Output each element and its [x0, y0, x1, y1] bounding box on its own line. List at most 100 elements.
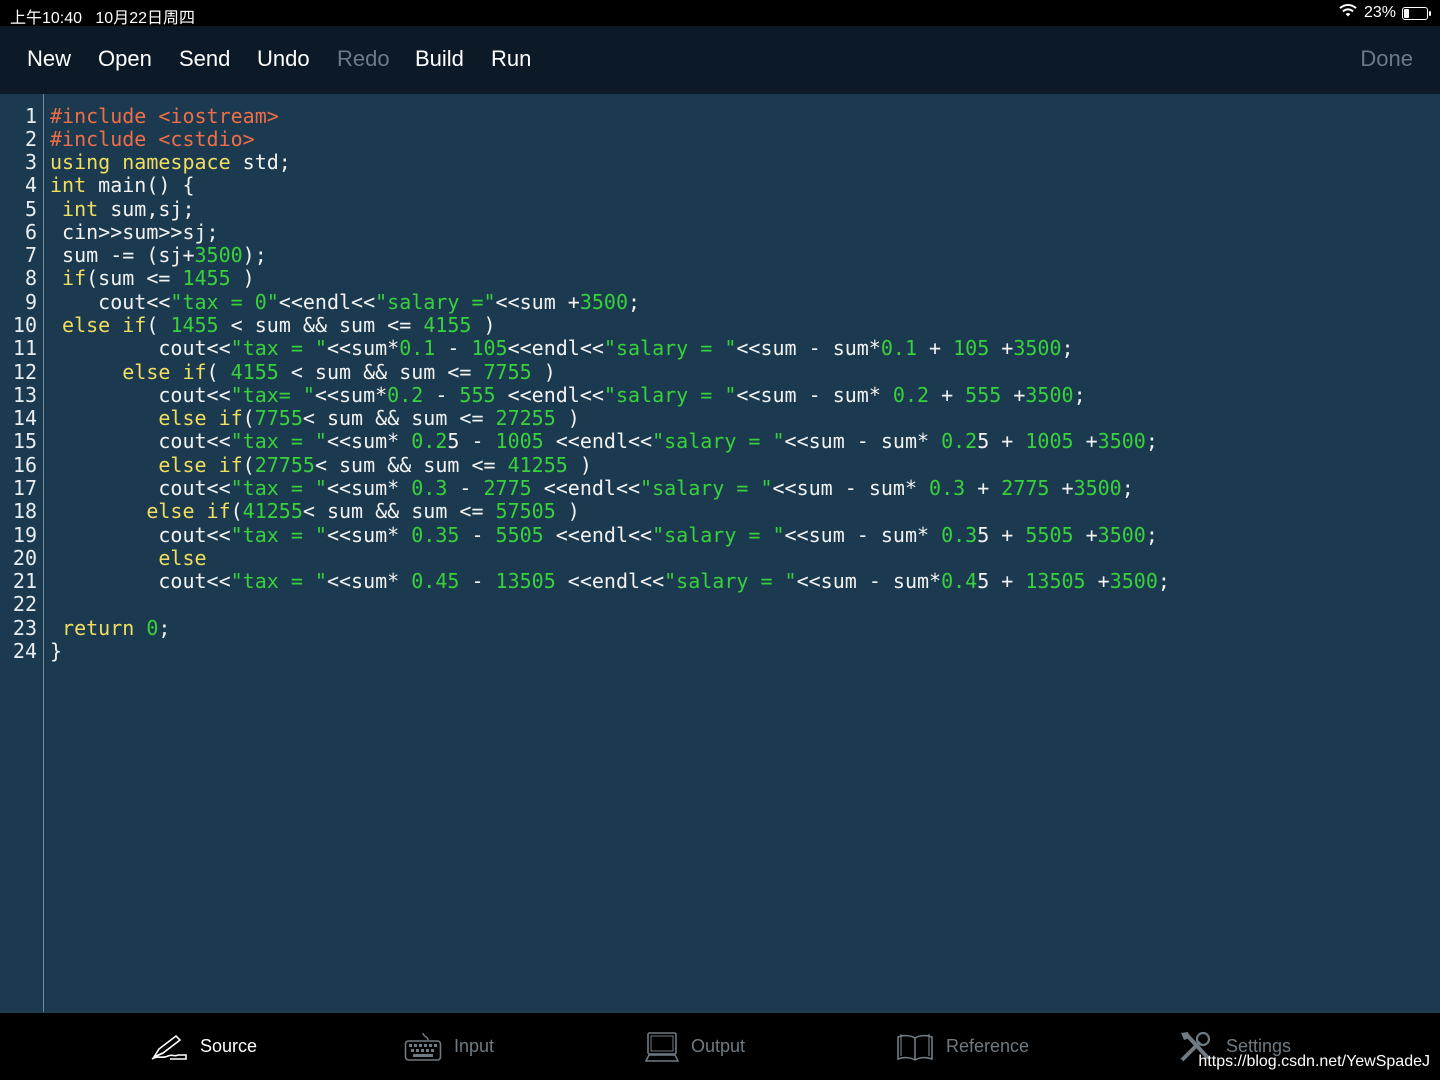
code-token: ( [242, 406, 255, 431]
code-token: + [1001, 382, 1026, 407]
code-line[interactable]: 4 int main() { [0, 174, 1440, 198]
code-token: 105 [471, 336, 508, 361]
code-line[interactable]: 18 else if(41255< sum && sum <= 57505 ) [0, 499, 1440, 524]
code-token: "tax = 0" [170, 289, 279, 314]
line-number: 15 [12, 429, 37, 454]
code-token: 5 + [977, 522, 1026, 547]
run-button[interactable]: Run [491, 46, 531, 72]
code-line[interactable]: 9 cout<<"tax = 0"<<endl<<"salary ="<<sum… [0, 289, 1440, 314]
monitor-icon [645, 1031, 679, 1063]
code-token: 4155 [423, 313, 472, 338]
code-token: <<sum - sum* [784, 429, 942, 454]
line-number: 14 [12, 406, 37, 431]
code-text: cout<<"tax = "<<sum* 0.45 - 13505 <<endl… [50, 569, 1170, 594]
code-line[interactable]: 3 using namespace std; [0, 150, 1440, 175]
code-token: } [50, 638, 63, 663]
code-token: ) [230, 266, 255, 291]
code-line[interactable]: 21 cout<<"tax = "<<sum* 0.45 - 13505 <<e… [0, 569, 1440, 594]
tab-source[interactable]: Source [150, 1013, 257, 1080]
code-token: 0.4 [941, 569, 978, 594]
toolbar: New Open Send Undo Redo Build Run Done [0, 26, 1440, 94]
code-token: ; [1073, 382, 1086, 407]
tab-output[interactable]: Output [645, 1013, 745, 1080]
code-token: (sum <= [86, 266, 183, 291]
code-text: else [50, 545, 207, 570]
code-line[interactable]: 6 cin>>sum>>sj; [0, 220, 1440, 244]
code-token: 13505 [1025, 569, 1086, 594]
watermark-url: https://blog.csdn.net/YewSpadeJ [1198, 1053, 1430, 1070]
code-text: if(sum <= 1455 ) [50, 267, 255, 290]
code-line[interactable]: 7 sum -= (sj+3500); [0, 243, 1440, 268]
code-token: else [158, 545, 207, 570]
code-line[interactable]: 17 cout<<"tax = "<<sum* 0.3 - 2775 <<end… [0, 475, 1440, 500]
code-line[interactable]: 5 int sum,sj; [0, 196, 1440, 221]
code-line[interactable]: 15 cout<<"tax = "<<sum* 0.25 - 1005 <<en… [0, 429, 1440, 454]
code-token: "tax = " [230, 475, 327, 500]
build-button[interactable]: Build [415, 46, 464, 72]
line-number: 18 [12, 499, 37, 524]
code-token: #include <iostream> [50, 103, 279, 128]
code-editor[interactable]: 1 #include <iostream> 2 #include <cstdio> 3 u… [0, 94, 1440, 1012]
line-number: 22 [12, 592, 37, 617]
code-line[interactable]: 13 cout<<"tax= "<<sum*0.2 - 555 <<endl<<… [0, 382, 1440, 407]
code-token: 1005 [495, 429, 544, 454]
code-text: cin>>sum>>sj; [50, 220, 219, 244]
code-token: - [459, 522, 496, 547]
code-token: < sum && sum <= [302, 499, 496, 524]
line-number: 10 [12, 313, 37, 338]
code-token: <<sum - sum* [736, 336, 881, 361]
code-token: <<sum* [326, 336, 400, 361]
code-text: #include <iostream> [50, 103, 279, 128]
code-line[interactable]: 16 else if(27755< sum && sum <= 41255 ) [0, 453, 1440, 477]
redo-button[interactable]: Redo [337, 46, 390, 72]
done-button[interactable]: Done [1360, 46, 1413, 72]
line-number: 19 [12, 522, 37, 547]
code-text: int sum,sj; [50, 196, 194, 221]
new-button[interactable]: New [27, 46, 71, 72]
code-token: 1455 [182, 266, 231, 291]
code-line[interactable]: 14 else if(7755< sum && sum <= 27255 ) [0, 406, 1440, 431]
code-text: else if(41255< sum && sum <= 57505 ) [50, 500, 580, 523]
code-token: 0 [146, 615, 159, 640]
code-token: + [916, 336, 954, 361]
code-line[interactable]: 19 cout<<"tax = "<<sum* 0.35 - 5505 <<en… [0, 522, 1440, 547]
code-line[interactable]: 12 else if( 4155 < sum && sum <= 7755 ) [0, 359, 1440, 384]
code-text: cout<<"tax= "<<sum*0.2 - 555 <<endl<<"sa… [50, 382, 1086, 407]
code-text: using namespace std; [50, 150, 291, 174]
tab-input[interactable]: Input [404, 1013, 494, 1080]
code-token: ) [555, 499, 580, 524]
code-token: <<endl<< [495, 382, 604, 407]
code-line[interactable]: 2 #include <cstdio> [0, 127, 1440, 151]
code-line[interactable]: 23 return 0; [0, 615, 1440, 640]
send-button[interactable]: Send [179, 46, 230, 72]
code-line[interactable]: 22 [0, 592, 1440, 617]
code-line[interactable]: 10 else if( 1455 < sum && sum <= 4155 ) [0, 313, 1440, 338]
code-line[interactable]: 24} [0, 638, 1440, 663]
code-token: - [423, 382, 460, 407]
code-line[interactable]: 20 else [0, 545, 1440, 570]
tab-reference[interactable]: Reference [896, 1013, 1029, 1080]
code-token: ) [531, 359, 556, 384]
code-token: 3500 [194, 243, 243, 268]
line-number: 20 [12, 545, 37, 570]
code-token: "salary = " [652, 429, 785, 454]
line-number: 3 [24, 150, 37, 175]
code-line[interactable]: 11 cout<<"tax = "<<sum*0.1 - 105<<endl<<… [0, 336, 1440, 361]
open-button[interactable]: Open [98, 46, 152, 72]
code-token: "tax = " [230, 336, 327, 361]
code-token: 0.1 [399, 336, 436, 361]
code-token: 3500 [1097, 429, 1146, 454]
code-token: 4155 [230, 359, 279, 384]
code-token: "tax = " [230, 569, 327, 594]
undo-button[interactable]: Undo [257, 46, 310, 72]
code-token: "tax= " [230, 382, 315, 407]
code-token: int [62, 196, 99, 221]
code-line[interactable]: 1 #include <iostream> [0, 103, 1440, 128]
code-token: 0.2 [387, 382, 424, 407]
code-token: cout<< [50, 429, 231, 454]
code-line[interactable]: 8 if(sum <= 1455 ) [0, 267, 1440, 291]
